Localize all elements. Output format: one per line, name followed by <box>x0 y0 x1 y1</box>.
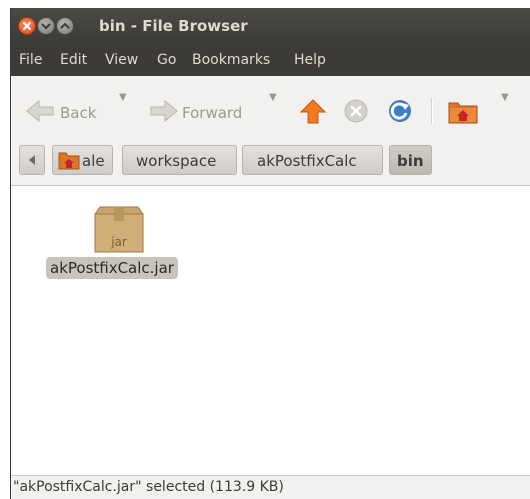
path-scroll-left-button[interactable] <box>19 145 45 175</box>
path-crumb-bin[interactable]: bin <box>389 145 432 175</box>
reload-icon <box>389 100 411 122</box>
window-title: bin - File Browser <box>99 17 248 35</box>
path-crumb-home[interactable]: ale <box>52 145 113 175</box>
maximize-icon <box>60 22 70 29</box>
home-folder-icon <box>448 102 478 124</box>
menu-edit[interactable]: Edit <box>60 52 87 68</box>
path-crumb-label: ale <box>82 152 105 170</box>
status-text: "akPostfixCalc.jar" selected (113.9 KB) <box>13 479 284 495</box>
back-arrow-icon <box>26 99 54 123</box>
forward-history-dropdown-icon[interactable]: ▼ <box>269 92 277 103</box>
file-view-area[interactable]: jar akPostfixCalc.jar <box>11 186 530 475</box>
path-crumb-label: workspace <box>136 152 217 170</box>
file-browser-window: bin - File Browser File Edit View Go Boo… <box>10 8 530 499</box>
back-button[interactable]: Back <box>25 98 105 124</box>
location-path-bar: ale workspace akPostfixCalc bin <box>11 141 530 186</box>
title-bar[interactable]: bin - File Browser <box>11 8 530 45</box>
forward-button[interactable]: Forward <box>149 98 259 124</box>
path-crumb-akpostfixcalc[interactable]: akPostfixCalc <box>242 145 383 175</box>
minimize-icon <box>41 23 51 30</box>
path-crumb-workspace[interactable]: workspace <box>122 145 237 175</box>
menu-help[interactable]: Help <box>294 52 326 68</box>
file-item[interactable]: jar akPostfixCalc.jar <box>46 206 194 286</box>
file-name-label: akPostfixCalc.jar <box>46 257 178 279</box>
jar-icon-text: jar <box>110 235 127 249</box>
menu-bar: File Edit View Go Bookmarks Help <box>11 45 530 76</box>
chevron-left-icon <box>29 155 35 165</box>
status-bar: "akPostfixCalc.jar" selected (113.9 KB) <box>11 475 530 499</box>
maximize-window-button[interactable] <box>56 17 74 35</box>
up-button[interactable] <box>299 98 327 124</box>
path-crumb-label: bin <box>397 152 424 170</box>
home-dropdown-icon[interactable]: ▼ <box>501 92 509 103</box>
home-folder-icon <box>58 152 80 170</box>
stop-button[interactable] <box>343 98 369 124</box>
stop-icon <box>344 99 368 123</box>
back-history-dropdown-icon[interactable]: ▼ <box>119 92 127 103</box>
close-icon <box>23 22 31 30</box>
forward-arrow-icon <box>150 99 178 123</box>
menu-go[interactable]: Go <box>157 52 176 68</box>
menu-view[interactable]: View <box>105 52 138 68</box>
menu-file[interactable]: File <box>19 52 42 68</box>
forward-label: Forward <box>182 104 243 122</box>
path-crumb-label: akPostfixCalc <box>257 152 357 170</box>
home-button[interactable] <box>448 98 478 124</box>
back-label: Back <box>60 104 97 122</box>
close-window-button[interactable] <box>18 17 36 35</box>
up-arrow-icon <box>299 99 327 124</box>
toolbar-separator <box>431 98 433 124</box>
menu-bookmarks[interactable]: Bookmarks <box>192 52 270 68</box>
reload-button[interactable] <box>386 98 414 124</box>
toolbar: Back ▼ Forward ▼ ▼ <box>11 80 530 140</box>
jar-archive-icon: jar <box>94 206 144 253</box>
minimize-window-button[interactable] <box>37 17 55 35</box>
